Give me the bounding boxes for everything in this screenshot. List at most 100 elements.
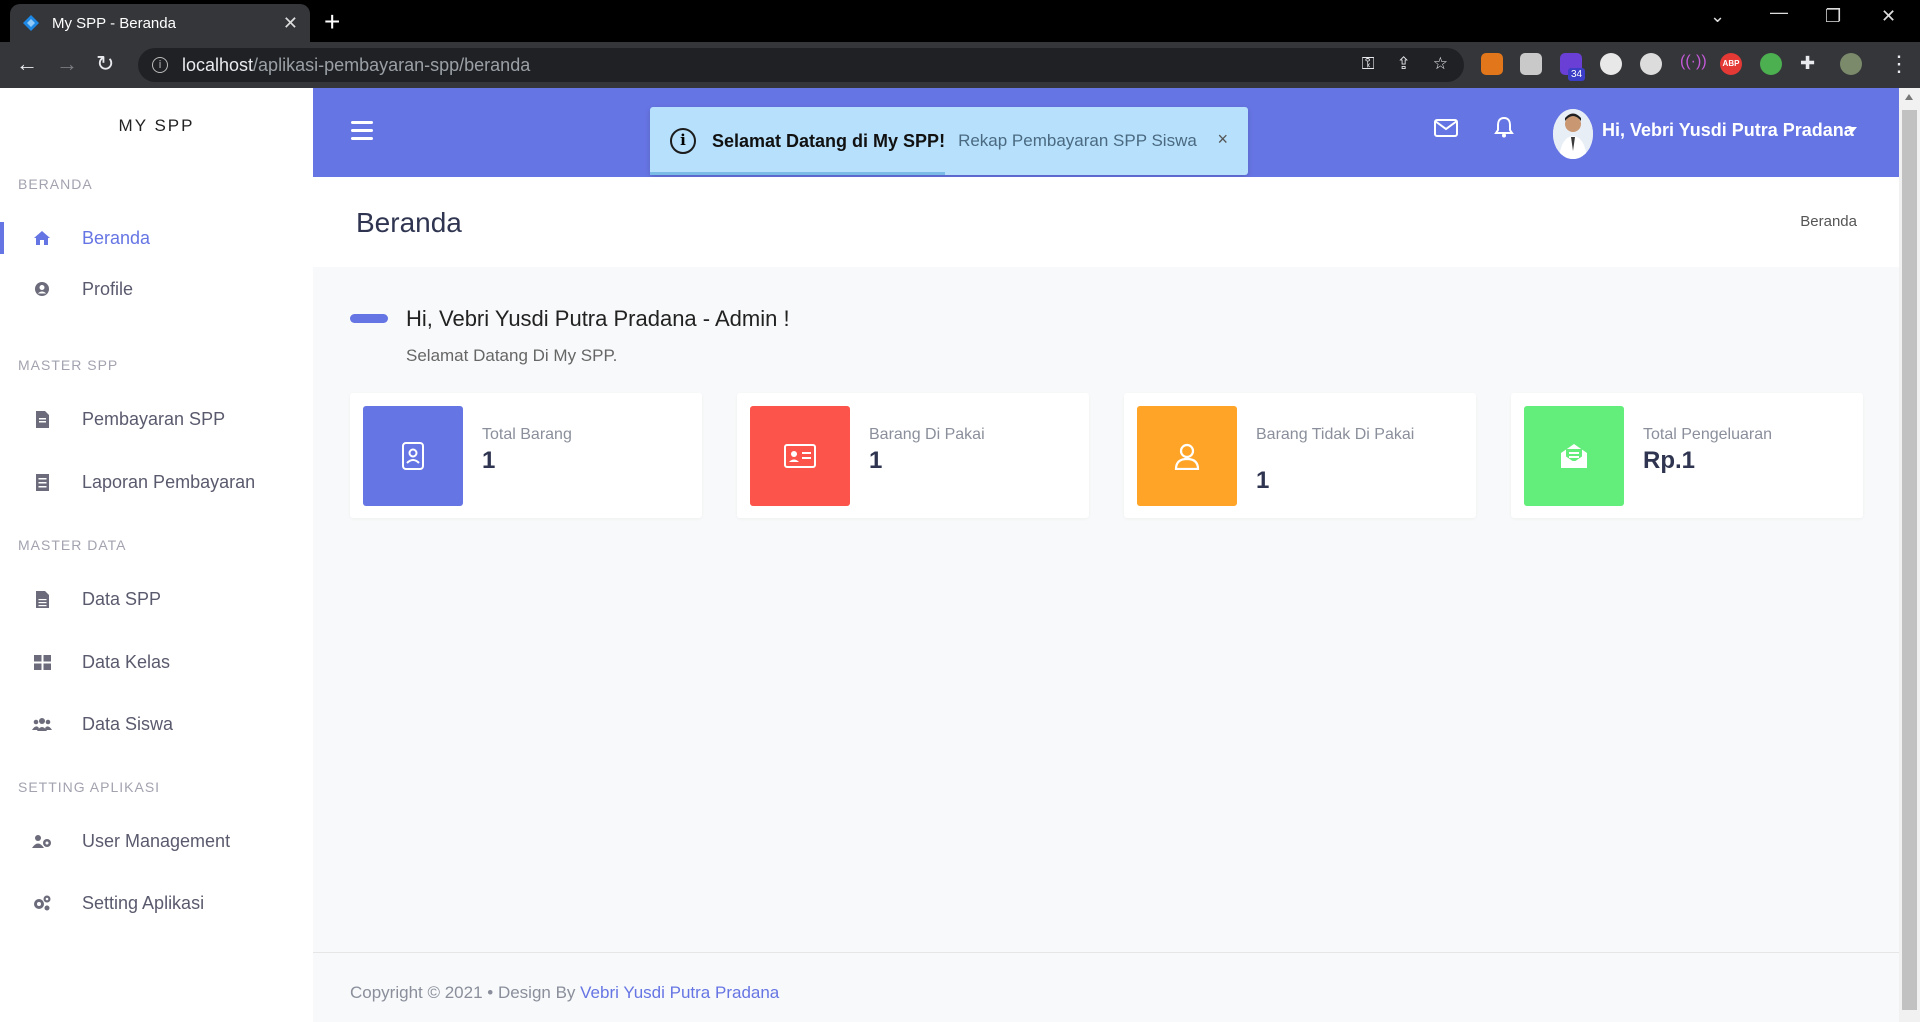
page-title: Beranda (356, 207, 462, 238)
page-scrollbar[interactable] (1899, 88, 1920, 1022)
bell-icon[interactable] (1494, 116, 1514, 138)
mail-icon[interactable] (1434, 119, 1458, 137)
restore-icon[interactable]: ❐ (1825, 6, 1841, 27)
address-bar[interactable]: i localhost /aplikasi-pembayaran-spp/ber… (138, 48, 1464, 82)
stat-card-barang-tidak-di-pakai[interactable]: Barang Tidak Di Pakai 1 (1124, 393, 1476, 518)
stat-card-total-barang[interactable]: Total Barang 1 (350, 393, 702, 518)
stat-card-total-pengeluaran[interactable]: Total Pengeluaran Rp.1 (1511, 393, 1863, 518)
sidebar-item-data-siswa[interactable]: Data Siswa (0, 698, 313, 750)
stat-label: Barang Tidak Di Pakai (1256, 426, 1415, 443)
new-tab-icon[interactable]: + (324, 8, 340, 36)
sidebar-brand[interactable]: MY SPP (0, 116, 313, 136)
favicon-icon (23, 15, 39, 31)
minimize-icon[interactable]: — (1770, 2, 1788, 23)
user-name[interactable]: Hi, Vebri Yusdi Putra Pradana (1602, 120, 1854, 141)
sidebar-item-label: Setting Aplikasi (82, 892, 205, 913)
browser-toolbar: ← → ↻ i localhost /aplikasi-pembayaran-s… (0, 42, 1920, 88)
invoice-icon (32, 409, 52, 429)
toast-title: Selamat Datang di My SPP! (712, 130, 946, 151)
sidebar-item-laporan-pembayaran[interactable]: Laporan Pembayaran (0, 456, 313, 508)
bulb-extension-icon[interactable] (1600, 53, 1622, 75)
adblock-extension-icon[interactable]: ABP (1720, 53, 1742, 75)
stat-card-barang-di-pakai[interactable]: Barang Di Pakai 1 (737, 393, 1089, 518)
sidebar-item-label: Data Kelas (82, 651, 171, 672)
stat-value: 1 (482, 447, 496, 474)
footer: Copyright © 2021 • Design By Vebri Yusdi… (313, 952, 1899, 1022)
metamask-extension-icon[interactable] (1481, 53, 1503, 75)
stat-label: Total Pengeluaran (1643, 426, 1772, 443)
proxy-extension-icon[interactable] (1640, 53, 1662, 75)
sidebar-item-data-kelas[interactable]: Data Kelas (0, 636, 313, 688)
sidebar-item-pembayaran-spp[interactable]: Pembayaran SPP (0, 393, 313, 445)
sidebar-item-setting-aplikasi[interactable]: Setting Aplikasi (0, 877, 313, 929)
forward-icon[interactable]: → (56, 51, 78, 77)
grid-icon (32, 652, 52, 672)
sidebar-item-label: Data SPP (82, 588, 162, 609)
welcome-accent-bar (350, 314, 388, 323)
scrollbar-thumb[interactable] (1902, 110, 1917, 1010)
browser-tab[interactable]: My SPP - Beranda ✕ (10, 4, 310, 42)
chevron-down-icon[interactable] (1847, 127, 1857, 133)
sidebar-section-master-spp: MASTER SPP (18, 357, 119, 373)
user-circle-icon (32, 279, 52, 299)
browser-menu-icon[interactable]: ⋮ (1888, 51, 1910, 77)
url-host: localhost (182, 54, 254, 75)
sidebar: MY SPP BERANDA Beranda Profile MASTER SP… (0, 88, 313, 1022)
sidebar-item-label: Laporan Pembayaran (82, 471, 256, 492)
sidebar-item-label: Pembayaran SPP (82, 408, 226, 429)
browser-tab-strip: My SPP - Beranda ✕ + ⌄ — ❐ ✕ (0, 0, 1920, 42)
sidebar-item-data-spp[interactable]: Data SPP (0, 573, 313, 625)
stat-value: 1 (1256, 467, 1270, 494)
copyright-text: Copyright © 2021 • Design By (350, 983, 581, 1002)
sidebar-item-beranda[interactable]: Beranda (0, 212, 313, 264)
sidebar-section-master-data: MASTER DATA (18, 537, 127, 553)
envelope-open-icon (1524, 406, 1624, 506)
breadcrumb[interactable]: Beranda (1800, 213, 1857, 230)
extensions-puzzle-icon[interactable]: ✚ (1800, 53, 1822, 75)
avatar[interactable] (1553, 109, 1593, 159)
sidebar-item-user-management[interactable]: User Management (0, 815, 313, 867)
sidebar-item-label: User Management (82, 830, 231, 851)
welcome-toast: i Selamat Datang di My SPP! Rekap Pembay… (650, 107, 1248, 175)
toast-message: Rekap Pembayaran SPP Siswa (958, 131, 1197, 150)
info-icon: i (670, 128, 696, 154)
badge-icon (363, 406, 463, 506)
bookmark-star-icon[interactable]: ☆ (1433, 54, 1448, 74)
profile-avatar-icon[interactable] (1840, 53, 1862, 75)
report-icon (32, 472, 52, 492)
scroll-up-icon[interactable] (1905, 94, 1913, 100)
tab-search-icon[interactable]: ⌄ (1710, 6, 1725, 27)
footer-author-link[interactable]: Vebri Yusdi Putra Pradana (580, 983, 779, 1002)
stat-label: Barang Di Pakai (869, 426, 985, 443)
home-icon (32, 228, 52, 248)
sidebar-item-profile[interactable]: Profile (0, 263, 313, 315)
back-icon[interactable]: ← (16, 51, 38, 77)
welcome-subtitle: Selamat Datang Di My SPP. (406, 346, 618, 365)
key-icon[interactable]: ⚿ (1362, 54, 1375, 74)
hamburger-menu-icon[interactable] (351, 121, 373, 145)
welcome-title: Hi, Vebri Yusdi Putra Pradana - Admin ! (406, 306, 790, 331)
user-cog-icon (32, 831, 52, 851)
toast-progress-bar (650, 172, 945, 175)
sidebar-item-label: Profile (82, 278, 134, 299)
toast-close-icon[interactable]: × (1217, 129, 1228, 150)
user-icon (1137, 406, 1237, 506)
extension-badge: 34 (1568, 68, 1586, 81)
sidebar-item-label: Data Siswa (82, 713, 174, 734)
reload-icon[interactable]: ↻ (96, 51, 114, 77)
footer-text: Copyright © 2021 • Design By Vebri Yusdi… (350, 983, 779, 1003)
cogs-icon (32, 893, 52, 913)
stat-label: Total Barang (482, 426, 572, 443)
tab-close-icon[interactable]: ✕ (283, 13, 298, 34)
colorful-extension-icon[interactable] (1760, 53, 1782, 75)
share-icon[interactable]: ⇪ (1397, 54, 1411, 74)
site-info-icon[interactable]: i (152, 57, 168, 73)
sidebar-section-beranda: BERANDA (18, 176, 93, 192)
close-window-icon[interactable]: ✕ (1881, 6, 1896, 27)
stat-value: 1 (869, 447, 883, 474)
page-header: Beranda Beranda (313, 177, 1899, 267)
broadcast-extension-icon[interactable]: ((·)) (1680, 53, 1707, 75)
window-extension-icon[interactable] (1520, 53, 1542, 75)
users-icon (32, 714, 52, 734)
id-card-icon (750, 406, 850, 506)
